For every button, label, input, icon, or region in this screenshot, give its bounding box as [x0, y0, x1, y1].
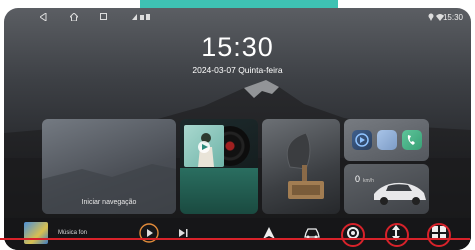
signal-icon [132, 14, 150, 20]
clock-time: 15:30 [201, 32, 274, 62]
mini-album-art[interactable] [24, 222, 48, 244]
video-player-icon[interactable] [352, 130, 372, 150]
annotation-circle-updown [385, 223, 409, 247]
status-time: 15:30 [442, 13, 463, 22]
play-icon[interactable] [138, 222, 160, 244]
head-unit-screen: 15:30 15:30 2024-03-07 Quinta-feira Inic… [4, 8, 471, 250]
status-bar: 15:30 [4, 8, 471, 28]
back-icon[interactable] [40, 13, 47, 21]
music-card-footer [180, 168, 258, 214]
apps-card [344, 119, 429, 161]
app-launcher-icon[interactable] [377, 130, 397, 150]
navigation-label: Iniciar navegação [81, 199, 137, 206]
next-icon[interactable] [178, 228, 188, 238]
navigation-card[interactable]: Iniciar navegação [42, 119, 176, 214]
album-play-icon[interactable] [198, 141, 210, 153]
phone-icon[interactable] [402, 130, 422, 150]
location-icon [428, 13, 444, 21]
recents-icon[interactable] [100, 13, 107, 20]
gramophone-card[interactable] [262, 119, 340, 214]
vehicle-card[interactable]: 0 km/h [344, 164, 429, 214]
clock-date: 2024-03-07 Quinta-feira [192, 65, 283, 75]
home-icon[interactable] [70, 13, 78, 21]
dock-track-title: Música fon [58, 230, 88, 236]
car-illustration [374, 182, 426, 205]
music-card[interactable] [180, 119, 258, 214]
annotation-circle-apps [427, 223, 451, 247]
annotation-circle-rotate [341, 223, 365, 247]
gramophone-icon [286, 132, 324, 199]
